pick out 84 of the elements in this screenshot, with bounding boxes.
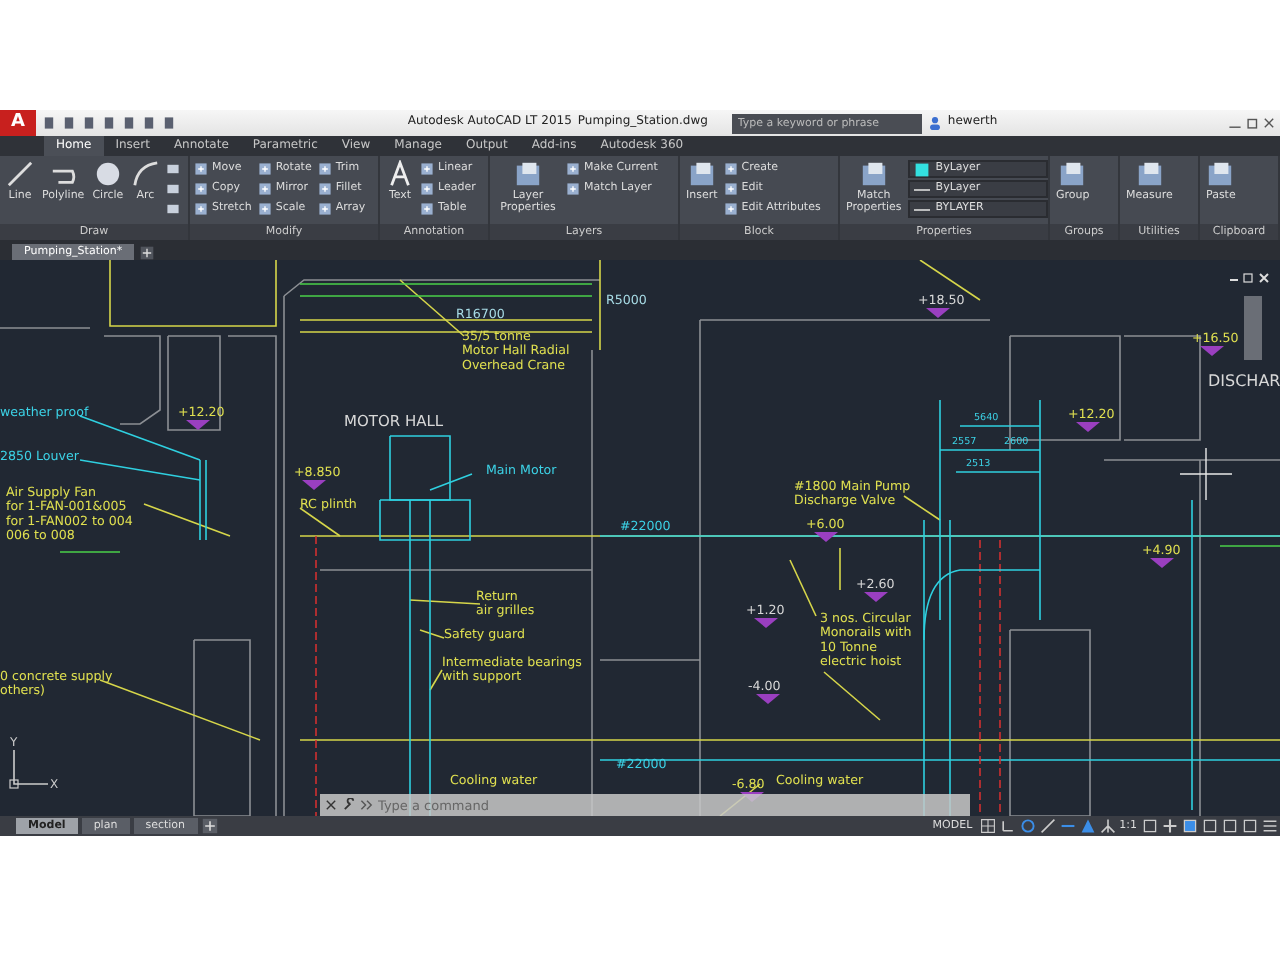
- quick-access-button[interactable]: [122, 116, 136, 130]
- tool-icon: [6, 160, 34, 188]
- elevation-marker-icon: [1200, 346, 1224, 356]
- tool-icon: [257, 182, 272, 196]
- quick-access-button[interactable]: [42, 116, 56, 130]
- status-toggle[interactable]: [1099, 818, 1116, 834]
- close-icon: [1262, 116, 1277, 130]
- tool-button[interactable]: [165, 160, 180, 178]
- crosshair-cursor-icon: [1179, 447, 1233, 501]
- elevation-marker-icon: [186, 420, 210, 430]
- wrench-icon: [342, 798, 356, 812]
- elevation-marker-icon: [1150, 558, 1174, 568]
- status-toggle[interactable]: [1241, 818, 1257, 834]
- ucs-axis-icon: [9, 749, 49, 789]
- restore-icon: [1245, 116, 1260, 130]
- status-toggle[interactable]: [1019, 818, 1036, 834]
- user-icon: [927, 116, 942, 130]
- close-icon: [324, 798, 338, 812]
- tool-icon: [566, 162, 580, 176]
- tool-icon: [257, 162, 272, 176]
- elevation-marker-icon: [814, 532, 838, 542]
- tool-icon: [1135, 160, 1164, 188]
- drawing-label: DISCHAR: [1208, 372, 1280, 390]
- status-icon: [1141, 818, 1157, 834]
- tool-icon: [317, 162, 332, 176]
- add-layout-button[interactable]: [201, 818, 218, 834]
- status-toggle[interactable]: [979, 818, 996, 834]
- quick-access-button[interactable]: [162, 116, 176, 130]
- elevation-marker-icon: [756, 694, 780, 704]
- tool-icon: [1058, 160, 1087, 188]
- tool-icon: [317, 182, 332, 196]
- tool-icon: [566, 182, 580, 196]
- quick-access-button[interactable]: [62, 116, 76, 130]
- tool-icon: [257, 202, 272, 216]
- tool-icon: [194, 182, 208, 196]
- tool-icon: [131, 160, 160, 188]
- tool-icon: [514, 160, 542, 188]
- quick-access-button[interactable]: [102, 116, 116, 130]
- menu-icon: [1261, 818, 1277, 834]
- status-icon: [999, 818, 1016, 834]
- tool-icon: [420, 162, 434, 176]
- tool-icon: [194, 202, 208, 216]
- quick-access-button[interactable]: [142, 116, 156, 130]
- tool-icon: [723, 162, 738, 176]
- tool-icon: [1206, 160, 1235, 188]
- status-toggle[interactable]: [1079, 818, 1096, 834]
- menu-button[interactable]: [1261, 818, 1277, 834]
- tool-icon: [194, 162, 208, 176]
- tool-icon: [93, 160, 122, 188]
- new-tab-button[interactable]: [140, 246, 155, 260]
- status-toggle[interactable]: [1161, 818, 1177, 834]
- elevation-marker-icon: [1076, 422, 1100, 432]
- elevation-marker-icon: [754, 618, 778, 628]
- elevation-marker-icon: [864, 592, 888, 602]
- elevation-marker-icon: [926, 308, 950, 318]
- plus-icon: [140, 246, 155, 260]
- app-logo[interactable]: A: [0, 110, 36, 136]
- tool-icon: [859, 160, 888, 188]
- status-toggle[interactable]: [1181, 818, 1197, 834]
- tool-icon: [723, 182, 738, 196]
- tool-icon: [420, 182, 434, 196]
- prompt-icon: [360, 798, 374, 812]
- tool-icon: [420, 202, 434, 216]
- status-toggle[interactable]: [1201, 818, 1217, 834]
- restore-icon[interactable]: [1243, 273, 1253, 283]
- text-tool-icon: [386, 160, 414, 188]
- tool-button[interactable]: [165, 200, 180, 218]
- tool-icon: [687, 160, 716, 188]
- tool-icon: [723, 202, 738, 216]
- color-swatch-icon: [913, 161, 930, 177]
- quick-access-button[interactable]: [82, 116, 96, 130]
- close-icon[interactable]: [1259, 273, 1269, 283]
- status-icon: [1161, 818, 1177, 834]
- elevation-marker-icon: [302, 480, 326, 490]
- tool-button[interactable]: [165, 180, 180, 198]
- status-icon: [1099, 818, 1116, 834]
- status-toggle[interactable]: [1141, 818, 1157, 834]
- status-toggle[interactable]: [1039, 818, 1056, 834]
- status-icon: [979, 818, 996, 834]
- status-toggle[interactable]: [1221, 818, 1237, 834]
- status-toggle[interactable]: [999, 818, 1016, 834]
- minimize-icon[interactable]: [1229, 279, 1239, 281]
- tool-icon: [317, 202, 332, 216]
- plus-icon: [201, 818, 218, 834]
